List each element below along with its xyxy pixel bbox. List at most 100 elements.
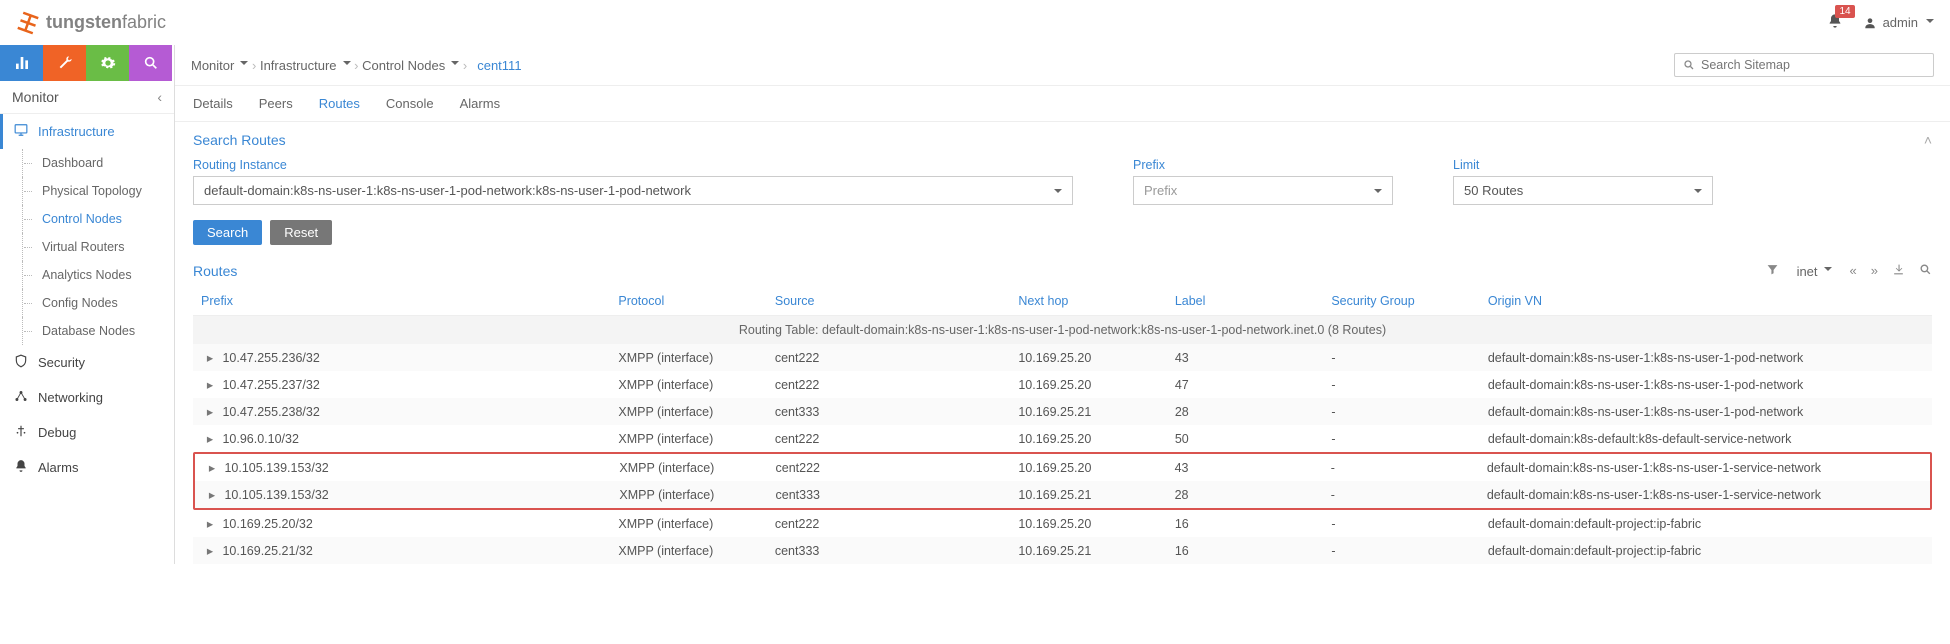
routes-header: Routes inet « » [175,255,1950,287]
content-area: Monitor › Infrastructure › Control Nodes… [175,45,1950,564]
brand-strong: tungsten [46,12,122,32]
search-routes-header: Search Routes ˄ [175,122,1950,158]
limit-label: Limit [1453,158,1713,172]
sidebar-item-alarms[interactable]: Alarms [0,450,174,485]
tab-console[interactable]: Console [386,96,434,111]
expand-row-icon[interactable]: ▸ [201,543,219,558]
top-right: 14 admin [1827,13,1934,32]
breadcrumb-link[interactable]: Control Nodes [362,58,459,73]
column-header[interactable]: Label [1167,287,1324,316]
monitor-icon [14,123,28,140]
search-button[interactable]: Search [193,220,262,245]
table-row: ▸ 10.169.25.21/32XMPP (interface)cent333… [193,537,1932,564]
routing-instance-dropdown[interactable]: default-domain:k8s-ns-user-1:k8s-ns-user… [193,176,1073,205]
column-header[interactable]: Protocol [610,287,767,316]
expand-row-icon[interactable]: ▸ [201,377,219,392]
expand-row-icon[interactable]: ▸ [203,460,221,475]
sidebar-item-label: Security [38,355,85,370]
sidebar-subitem-physical-topology[interactable]: Physical Topology [0,177,174,205]
magnify-icon[interactable] [1919,263,1932,279]
gear-icon [100,55,116,71]
bar-chart-icon [14,55,30,71]
tab-row: Details Peers Routes Console Alarms [175,86,1950,122]
table-row: ▸ 10.47.255.237/32XMPP (interface)cent22… [193,371,1932,398]
brand: tungstenfabric [16,11,166,35]
caret-down-icon [343,61,351,69]
user-icon [1863,16,1877,30]
filter-icon[interactable] [1766,263,1779,279]
table-row: ▸ 10.47.255.236/32XMPP (interface)cent22… [193,344,1932,371]
sidebar-subitem-analytics-nodes[interactable]: Analytics Nodes [0,261,174,289]
network-icon [14,389,28,406]
tab-routes[interactable]: Routes [319,96,360,111]
search-sitemap[interactable] [1674,53,1934,77]
nav-config-button[interactable] [43,45,86,81]
page-next-icon[interactable]: » [1871,263,1878,279]
nav-button-row [0,45,174,81]
breadcrumb: Monitor › Infrastructure › Control Nodes… [175,45,1950,86]
sidebar-subitem-config-nodes[interactable]: Config Nodes [0,289,174,317]
expand-row-icon[interactable]: ▸ [201,516,219,531]
wrench-icon [57,55,73,71]
sidebar-item-label: Networking [38,390,103,405]
user-name: admin [1883,15,1918,30]
column-header[interactable]: Origin VN [1480,287,1932,316]
search-sitemap-input[interactable] [1701,58,1925,72]
caret-down-icon [1824,267,1832,275]
reset-button[interactable]: Reset [270,220,332,245]
user-menu[interactable]: admin [1863,15,1934,30]
sidebar-subitem-dashboard[interactable]: Dashboard [0,149,174,177]
notification-count: 14 [1835,5,1854,18]
search-icon [1683,59,1695,71]
sidebar-item-infrastructure[interactable]: Infrastructure [0,114,174,149]
routes-table-after: ▸ 10.169.25.20/32XMPP (interface)cent222… [193,510,1932,564]
expand-row-icon[interactable]: ▸ [203,487,221,502]
sidebar-collapse-icon[interactable]: ‹ [157,89,162,105]
breadcrumb-current[interactable]: cent111 [477,58,521,73]
table-row: ▸ 10.169.25.20/32XMPP (interface)cent222… [193,510,1932,537]
column-header[interactable]: Prefix [193,287,610,316]
notifications-button[interactable]: 14 [1827,13,1843,32]
breadcrumb-separator: › [463,58,467,73]
brand-light: fabric [122,12,166,32]
sidebar-item-networking[interactable]: Networking [0,380,174,415]
collapse-chevron-icon[interactable]: ˄ [1924,132,1932,148]
page-first-icon[interactable]: « [1850,263,1857,279]
nav-monitor-button[interactable] [0,45,43,81]
expand-row-icon[interactable]: ▸ [201,404,219,419]
nav-settings-button[interactable] [86,45,129,81]
limit-dropdown[interactable]: 50 Routes [1453,176,1713,205]
prefix-label: Prefix [1133,158,1393,172]
sidebar-item-debug[interactable]: Debug [0,415,174,450]
breadcrumb-separator: › [252,58,256,73]
routing-instance-label: Routing Instance [193,158,1073,172]
bell-icon [14,459,28,476]
sidebar-item-label: Alarms [38,460,78,475]
prefix-dropdown[interactable]: Prefix [1133,176,1393,205]
breadcrumb-link[interactable]: Infrastructure [260,58,351,73]
column-header[interactable]: Security Group [1323,287,1480,316]
download-icon[interactable] [1892,263,1905,279]
sidebar-subitem-database-nodes[interactable]: Database Nodes [0,317,174,345]
breadcrumb-link[interactable]: Monitor [191,58,248,73]
table-type-dropdown[interactable]: inet [1797,264,1832,279]
tab-details[interactable]: Details [193,96,233,111]
column-header[interactable]: Source [767,287,1010,316]
tab-alarms[interactable]: Alarms [460,96,500,111]
column-header[interactable]: Next hop [1010,287,1167,316]
expand-row-icon[interactable]: ▸ [201,431,219,446]
sidebar-item-security[interactable]: Security [0,345,174,380]
debug-icon [14,424,28,441]
table-row: ▸ 10.96.0.10/32XMPP (interface)cent22210… [193,425,1932,452]
highlighted-rows: ▸ 10.105.139.153/32XMPP (interface)cent2… [193,452,1932,510]
table-row: ▸ 10.105.139.153/32XMPP (interface)cent3… [195,481,1930,508]
sidebar-subitem-control-nodes[interactable]: Control Nodes [0,205,174,233]
table-row: ▸ 10.105.139.153/32XMPP (interface)cent2… [195,454,1930,481]
sidebar-subitem-virtual-routers[interactable]: Virtual Routers [0,233,174,261]
tab-peers[interactable]: Peers [259,96,293,111]
sidebar-item-label: Debug [38,425,76,440]
nav-search-button[interactable] [129,45,172,81]
caret-down-icon [1926,19,1934,27]
sidebar-title-row: Monitor ‹ [0,81,174,114]
expand-row-icon[interactable]: ▸ [201,350,219,365]
